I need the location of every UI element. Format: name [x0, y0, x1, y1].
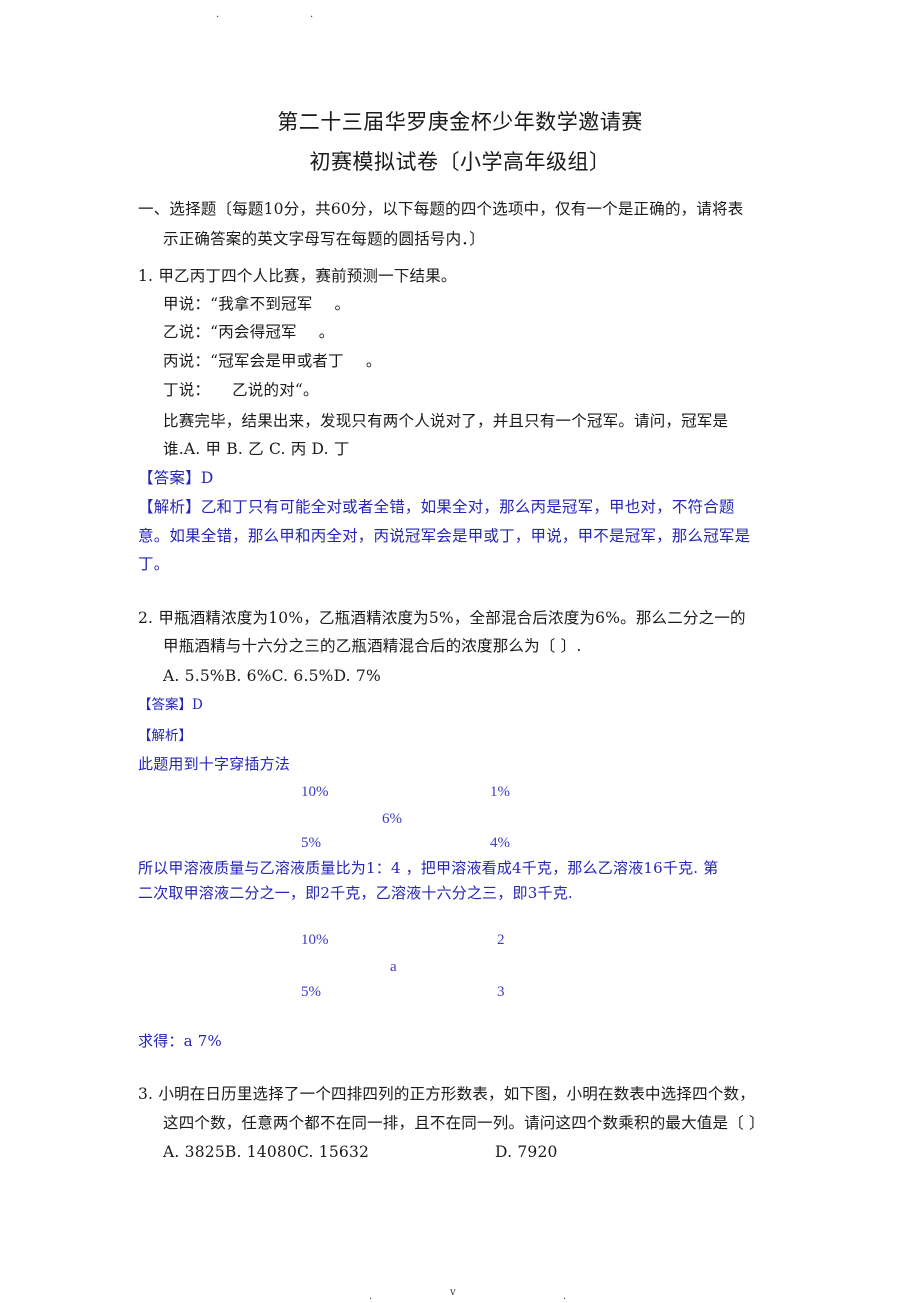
q1-analysis-line2: 意。如果全错，那么甲和丙全对，丙说冠军会是甲或丁，甲说，甲不是冠军，那么冠军是 — [138, 527, 751, 545]
q1-analysis-line3: 丁。 — [138, 555, 170, 573]
q1-quote: “冠军会是甲或者丁 — [210, 352, 344, 370]
answer-label: 【答案】 — [138, 469, 201, 487]
q1-analysis-line1: 【解析】乙和丁只有可能全对或者全错，如果全对，那么丙是冠军，甲也对，不符合题 — [138, 496, 735, 518]
q1-speaker: 乙说： — [163, 323, 211, 341]
q2-answer: 【答案】D — [138, 695, 203, 715]
answer-value: D — [200, 469, 214, 487]
q2-stem-line2: 甲瓶酒精与十六分之三的乙瓶酒精混合后的浓度那么为〔 〕. — [163, 637, 582, 655]
cross2-top-right: 2 — [497, 932, 505, 948]
answer-value: D — [192, 697, 203, 713]
q1-quote-end: 。 — [365, 352, 382, 370]
section-instructions-line2: 示正确答案的英文字母写在每题的圆括号内．〕 — [163, 230, 485, 248]
analysis-label: 【解析】 — [138, 498, 201, 516]
q2-result: 求得：a 7% — [138, 1032, 222, 1050]
page-mark-bottom-center: v — [450, 1287, 456, 1298]
q2-analysis-label: 【解析】 — [138, 728, 192, 744]
q1-options: 谁.A. 甲 B. 乙 C. 丙 D. 丁 — [163, 440, 350, 458]
document-subtitle: 初赛模拟试卷〔小学高年级组〕 — [309, 150, 611, 174]
q2-explain-line2: 二次取甲溶液二分之一，即2千克，乙溶液十六分之三，即3千克. — [138, 884, 573, 902]
cross1-bottom-left: 5% — [301, 835, 321, 851]
q2-options: A. 5.5%B. 6%C. 6.5%D. 7% — [163, 667, 381, 685]
q1-question-line1: 比赛完毕，结果出来，发现只有两个人说对了，并且只有一个冠军。请问，冠军是 — [163, 412, 729, 430]
q2-explain-line1: 所以甲溶液质量与乙溶液质量比为1：4 ，把甲溶液看成4千克，那么乙溶液16千克.… — [138, 859, 719, 877]
answer-label: 【答案】 — [138, 697, 192, 713]
cross1-top-left: 10% — [301, 784, 329, 800]
q1-speaker: 丁说： — [163, 381, 211, 399]
cross2-top-left: 10% — [301, 932, 329, 948]
cross2-bottom-right: 3 — [497, 984, 505, 1000]
cross1-top-right: 1% — [490, 784, 510, 800]
q3-option-d: D. 7920 — [495, 1143, 558, 1161]
q1-statement: 甲说：“我拿不到冠军 。 — [163, 293, 350, 315]
q1-quote: 乙说的对“ — [232, 381, 304, 399]
q3-stem-line1: 3. 小明在日历里选择了一个四排四列的正方形数表，如下图，小明在数表中选择四个数… — [138, 1085, 755, 1103]
section-instructions-line1: 一、选择题〔每题10分，共60分，以下每题的四个选项中，仅有一个是正确的，请将表 — [138, 200, 744, 218]
q1-statement: 丙说：“冠军会是甲或者丁 。 — [163, 350, 382, 372]
q2-method: 此题用到十字穿插方法 — [138, 755, 291, 773]
q1-statement: 丁说： 乙说的对“。 — [163, 379, 319, 401]
cross1-center: 6% — [382, 811, 402, 827]
analysis-text: 乙和丁只有可能全对或者全错，如果全对，那么丙是冠军，甲也对，不符合题 — [200, 498, 735, 516]
q1-quote: “丙会得冠军 — [210, 323, 297, 341]
page-mark-bottom-right: . — [563, 1291, 567, 1302]
cross2-center: a — [390, 959, 397, 975]
page-mark-top-left: . — [216, 9, 220, 20]
q1-quote-end: 。 — [303, 381, 319, 399]
q1-quote-end: 。 — [334, 295, 351, 313]
q1-answer: 【答案】D — [138, 467, 213, 489]
q1-statement: 乙说：“丙会得冠军 。 — [163, 321, 334, 343]
q1-quote-end: 。 — [318, 323, 335, 341]
q1-speaker: 甲说： — [163, 295, 211, 313]
page-mark-top-right: . — [310, 9, 314, 20]
q1-quote: “我拿不到冠军 — [210, 295, 313, 313]
q1-speaker: 丙说： — [163, 352, 211, 370]
page-mark-bottom-left: . — [369, 1291, 373, 1302]
cross2-bottom-left: 5% — [301, 984, 321, 1000]
q1-stem: 1. 甲乙丙丁四个人比赛，赛前预测一下结果。 — [138, 267, 457, 285]
q3-options-abc: A. 3825B. 14080C. 15632 — [163, 1143, 370, 1161]
q3-stem-line2: 这四个数，任意两个都不在同一排，且不在同一列。请问这四个数乘积的最大值是〔 〕 — [163, 1114, 765, 1132]
document-title: 第二十三届华罗庚金杯少年数学邀请赛 — [277, 110, 643, 134]
q2-stem-line1: 2. 甲瓶酒精浓度为10%，乙瓶酒精浓度为5%，全部混合后浓度为6%。那么二分之… — [138, 609, 746, 627]
cross1-bottom-right: 4% — [490, 835, 510, 851]
